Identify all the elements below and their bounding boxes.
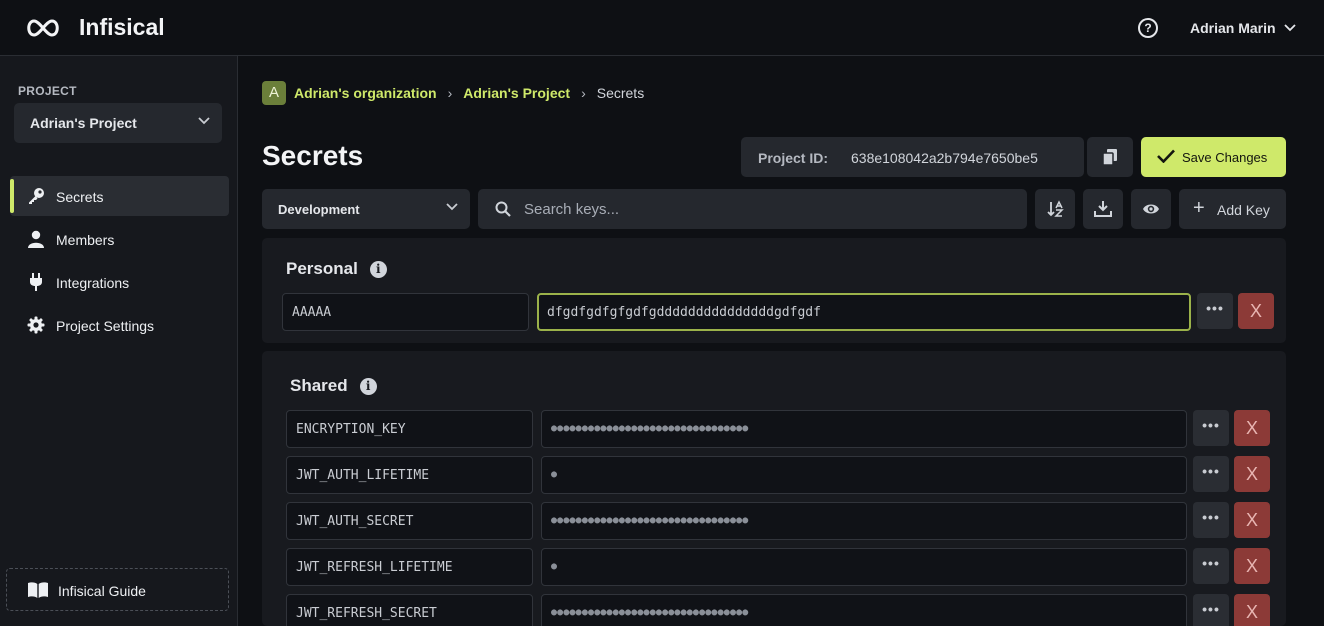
delete-secret-button[interactable]: X (1234, 594, 1270, 626)
project-label: PROJECT (18, 84, 77, 98)
user-menu[interactable]: Adrian Marin (1190, 20, 1296, 36)
sort-icon (1047, 200, 1064, 217)
more-options-button[interactable]: ••• (1197, 293, 1233, 329)
key-icon (29, 188, 44, 204)
sidebar-item-members[interactable]: Members (10, 219, 229, 259)
section-title: Personal (286, 259, 358, 278)
more-options-button[interactable]: ••• (1193, 502, 1229, 538)
sidebar: PROJECT Adrian's Project Secrets Members… (0, 56, 238, 626)
app-logo[interactable]: Infisical (24, 14, 165, 41)
gear-icon (27, 316, 45, 334)
search-icon (495, 201, 511, 217)
sidebar-item-label: Integrations (56, 275, 130, 291)
personal-section-header: Personal i (286, 259, 387, 279)
plus-icon: + (1193, 197, 1205, 219)
section-title: Shared (290, 376, 348, 395)
user-icon (28, 230, 44, 248)
chevron-down-icon (446, 203, 458, 211)
sidebar-item-secrets[interactable]: Secrets (10, 176, 229, 216)
breadcrumb-project-link[interactable]: Adrian's Project (463, 85, 570, 101)
secret-key-input[interactable]: JWT_REFRESH_LIFETIME (286, 548, 533, 586)
download-button[interactable] (1083, 189, 1123, 229)
project-id-box: Project ID: 638e108042a2b794e7650be5 (741, 137, 1084, 177)
project-id-label: Project ID: (758, 150, 829, 166)
environment-select[interactable]: Development (262, 189, 470, 229)
chevron-right-icon: › (447, 85, 453, 101)
secret-value-input[interactable]: dfgdfgdfgfgdfgdddddddddddddddgdfgdf (537, 293, 1191, 331)
breadcrumb-current: Secrets (596, 85, 645, 101)
top-bar: Infisical ? Adrian Marin (0, 0, 1324, 56)
copy-icon (1102, 149, 1117, 166)
more-options-button[interactable]: ••• (1193, 548, 1229, 584)
chevron-down-icon (198, 117, 210, 125)
shared-section-header: Shared i (290, 376, 377, 396)
check-icon (1157, 149, 1175, 163)
secret-value-input[interactable]: ●●●●●●●●●●●●●●●●●●●●●●●●●●●●●●●● (541, 410, 1187, 448)
secret-key-input[interactable]: AAAAA (282, 293, 529, 331)
project-select[interactable]: Adrian's Project (14, 103, 222, 143)
help-icon[interactable]: ? (1138, 18, 1158, 38)
save-changes-label: Save Changes (1182, 150, 1268, 165)
delete-secret-button[interactable]: X (1238, 293, 1274, 329)
more-options-button[interactable]: ••• (1193, 594, 1229, 626)
secret-value-input[interactable]: ● (541, 456, 1187, 494)
sidebar-item-project-settings[interactable]: Project Settings (10, 305, 229, 345)
guide-label: Infisical Guide (58, 583, 146, 599)
download-icon (1094, 201, 1112, 217)
personal-secrets-panel: Personal i AAAAA dfgdfgdfgfgdfgddddddddd… (262, 238, 1286, 343)
add-key-button[interactable]: + Add Key (1179, 189, 1286, 229)
breadcrumb: A Adrian's organization › Adrian's Proje… (262, 81, 644, 105)
secret-key-input[interactable]: JWT_REFRESH_SECRET (286, 594, 533, 626)
delete-secret-button[interactable]: X (1234, 456, 1270, 492)
project-select-value: Adrian's Project (30, 115, 137, 131)
more-options-button[interactable]: ••• (1193, 410, 1229, 446)
plug-icon (30, 273, 42, 291)
infinity-logo-icon (27, 18, 59, 37)
save-changes-button[interactable]: Save Changes (1141, 137, 1286, 177)
secret-value-input[interactable]: ● (541, 548, 1187, 586)
sidebar-item-label: Project Settings (56, 318, 155, 334)
search-box (478, 189, 1027, 229)
delete-secret-button[interactable]: X (1234, 410, 1270, 446)
secret-value-input[interactable]: ●●●●●●●●●●●●●●●●●●●●●●●●●●●●●●●● (541, 594, 1187, 626)
info-icon[interactable]: i (369, 260, 387, 278)
sidebar-item-label: Members (56, 232, 115, 248)
secret-key-input[interactable]: JWT_AUTH_SECRET (286, 502, 533, 540)
project-id-value: 638e108042a2b794e7650be5 (851, 150, 1038, 166)
page-title: Secrets (262, 140, 364, 171)
chevron-down-icon (1283, 24, 1296, 32)
infisical-guide-button[interactable]: Infisical Guide (6, 568, 229, 611)
eye-icon (1143, 204, 1159, 214)
environment-select-value: Development (278, 202, 360, 217)
delete-secret-button[interactable]: X (1234, 548, 1270, 584)
secret-key-input[interactable]: JWT_AUTH_LIFETIME (286, 456, 533, 494)
secret-key-input[interactable]: ENCRYPTION_KEY (286, 410, 533, 448)
search-input[interactable] (524, 189, 1014, 229)
org-avatar: A (262, 81, 286, 105)
info-icon[interactable]: i (359, 377, 377, 395)
user-name: Adrian Marin (1190, 20, 1276, 36)
sidebar-item-label: Secrets (56, 189, 104, 205)
sort-button[interactable] (1035, 189, 1075, 229)
shared-secrets-panel: Shared i ENCRYPTION_KEY ●●●●●●●●●●●●●●●●… (262, 351, 1286, 626)
secret-value-input[interactable]: ●●●●●●●●●●●●●●●●●●●●●●●●●●●●●●●● (541, 502, 1187, 540)
copy-project-id-button[interactable] (1087, 137, 1133, 177)
chevron-right-icon: › (581, 85, 586, 101)
toggle-visibility-button[interactable] (1131, 189, 1171, 229)
delete-secret-button[interactable]: X (1234, 502, 1270, 538)
add-key-label: Add Key (1217, 202, 1270, 218)
breadcrumb-org-link[interactable]: Adrian's organization (294, 85, 437, 101)
app-name: Infisical (79, 14, 165, 40)
book-open-icon (28, 582, 48, 598)
sidebar-item-integrations[interactable]: Integrations (10, 262, 229, 302)
more-options-button[interactable]: ••• (1193, 456, 1229, 492)
